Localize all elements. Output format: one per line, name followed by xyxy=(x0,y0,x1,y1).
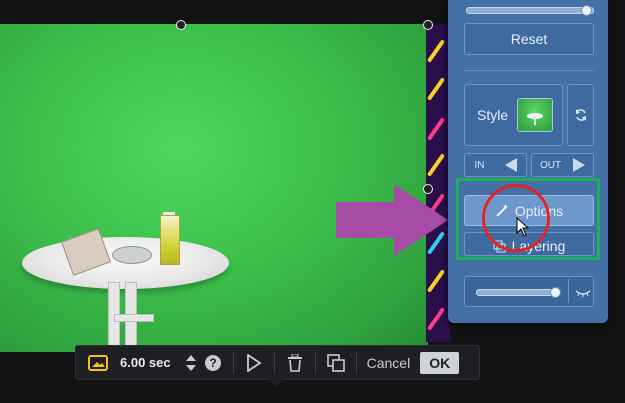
reset-button-label: Reset xyxy=(510,31,548,47)
trash-icon xyxy=(287,353,302,372)
image-duration-button[interactable] xyxy=(76,354,120,371)
out-label: OUT xyxy=(539,159,562,171)
bottom-slider-track[interactable] xyxy=(476,289,560,296)
bottom-slider-knob[interactable] xyxy=(550,287,561,298)
style-button-label: Style xyxy=(477,107,509,123)
toolbar-separator xyxy=(314,351,316,374)
toolbar-pointer xyxy=(268,379,284,387)
arrow-shape xyxy=(336,184,448,256)
help-icon: ? xyxy=(204,354,221,371)
duration-stepper[interactable] xyxy=(183,353,199,373)
style-thumbnail xyxy=(517,98,553,132)
top-slider-track[interactable] xyxy=(466,7,594,14)
slider-divider xyxy=(568,279,569,303)
play-button[interactable] xyxy=(240,353,268,372)
stepper-icon xyxy=(185,354,196,371)
help-button[interactable]: ? xyxy=(199,354,227,372)
resize-handle-top[interactable] xyxy=(176,20,186,30)
bottle-object xyxy=(160,215,180,265)
toolbar-separator xyxy=(355,351,357,374)
table-leg-brace xyxy=(114,314,154,322)
delete-button[interactable] xyxy=(281,353,309,372)
play-icon xyxy=(246,353,262,372)
ashtray-object xyxy=(112,246,152,264)
top-slider-knob[interactable] xyxy=(581,5,592,16)
eye-icon[interactable] xyxy=(575,286,591,298)
clip-toolbar: 6.00 sec ? Cancel OK xyxy=(75,345,480,380)
duration-value[interactable]: 6.00 sec xyxy=(120,355,171,370)
pointer-arrow-annotation xyxy=(336,184,448,256)
toolbar-separator xyxy=(232,351,234,374)
refresh-icon xyxy=(575,109,586,121)
duplicate-icon xyxy=(326,353,345,372)
image-duration-icon xyxy=(88,354,108,371)
in-transition-button[interactable]: IN xyxy=(464,153,527,177)
cancel-button[interactable]: Cancel xyxy=(367,355,411,371)
panel-divider xyxy=(464,70,594,71)
reset-button[interactable]: Reset xyxy=(464,23,594,55)
table-thumbnail-icon xyxy=(527,113,543,125)
svg-text:?: ? xyxy=(209,356,216,370)
resize-handle-top-right[interactable] xyxy=(423,20,433,30)
in-label: IN xyxy=(474,159,485,171)
mouse-cursor-icon xyxy=(516,217,530,237)
out-transition-button[interactable]: OUT xyxy=(531,153,594,177)
in-arrow-icon xyxy=(504,158,517,172)
refresh-style-button[interactable] xyxy=(567,84,594,146)
overlay-stripe-strip xyxy=(426,24,450,342)
toolbar-separator xyxy=(273,351,275,374)
duplicate-button[interactable] xyxy=(322,353,350,372)
ok-button[interactable]: OK xyxy=(420,351,460,374)
out-arrow-icon xyxy=(573,158,586,172)
